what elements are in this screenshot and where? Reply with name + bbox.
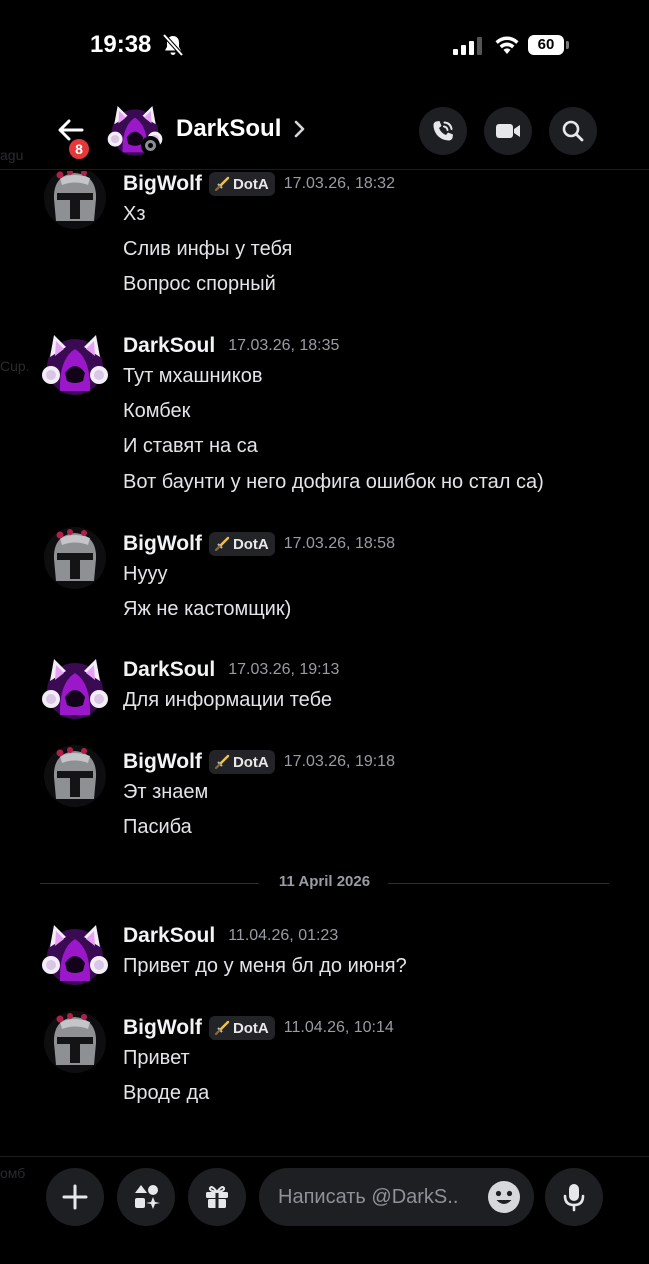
message-text: Привет: [123, 1047, 190, 1069]
message-text: Вот баунти у него дофига ошибок но стал …: [123, 471, 544, 493]
guild-tag[interactable]: DotA: [208, 172, 275, 196]
channel-name[interactable]: DarkSoul: [176, 115, 281, 143]
message-text: Пасиба: [123, 816, 192, 838]
battery-cap: [566, 41, 569, 49]
gift-icon: [206, 1186, 228, 1208]
emoji-icon[interactable]: [487, 1180, 521, 1214]
author-name[interactable]: BigWolf: [123, 172, 202, 196]
video-call-button[interactable]: [484, 107, 532, 155]
chat-header: 8 DarkSoul: [0, 95, 649, 170]
message-timestamp: 17.03.26, 18:32: [283, 175, 395, 192]
microphone-icon: [563, 1184, 585, 1212]
message-text: Слив инфы у тебя: [123, 238, 293, 260]
message-header: BigWolf DotA 11.04.26, 10:14: [123, 1015, 394, 1041]
message-timestamp: 11.04.26, 10:14: [283, 1019, 394, 1036]
message-header: BigWolf DotA 17.03.26, 18:32: [123, 171, 395, 197]
author-name[interactable]: BigWolf: [123, 750, 202, 774]
darksoul-avatar[interactable]: [40, 919, 110, 989]
add-attachment-button[interactable]: [46, 1168, 104, 1226]
search-icon: [562, 120, 584, 142]
chevron-right-icon[interactable]: [293, 120, 305, 138]
darksoul-avatar[interactable]: [40, 329, 110, 399]
battery-indicator: 60: [528, 35, 564, 55]
plus-icon: [62, 1184, 88, 1210]
guild-tag[interactable]: DotA: [208, 532, 275, 556]
guild-tag[interactable]: DotA: [208, 750, 275, 774]
search-button[interactable]: [549, 107, 597, 155]
sword-icon: [214, 1020, 230, 1036]
bigwolf-avatar[interactable]: [40, 1007, 110, 1077]
message-text: Эт знаем: [123, 781, 209, 803]
message-input-placeholder: Написать @DarkS..: [278, 1186, 459, 1208]
guild-tag-label: DotA: [232, 1019, 269, 1037]
author-name[interactable]: BigWolf: [123, 1016, 202, 1040]
message-header: DarkSoul 17.03.26, 19:13: [123, 657, 339, 683]
sword-icon: [214, 536, 230, 552]
darksoul-avatar[interactable]: [40, 653, 110, 723]
message-list[interactable]: BigWolf DotA 17.03.26, 18:32 Хз Слив инф…: [0, 171, 649, 1156]
author-name[interactable]: DarkSoul: [123, 924, 215, 948]
message-text: Яж не кастомщик): [123, 598, 292, 620]
gift-button[interactable]: [188, 1168, 246, 1226]
message-text: Комбек: [123, 400, 191, 422]
guild-tag[interactable]: DotA: [208, 1016, 275, 1040]
offline-status-icon: [141, 136, 160, 155]
message-timestamp: 17.03.26, 18:35: [228, 337, 340, 354]
message-timestamp: 17.03.26, 19:18: [283, 753, 395, 770]
unread-badge: 8: [67, 137, 91, 161]
message-text: Для информации тебе: [123, 689, 332, 711]
status-time: 19:38: [90, 31, 152, 58]
status-bar: 19:38 60: [0, 0, 649, 90]
author-name[interactable]: BigWolf: [123, 532, 202, 556]
sword-icon: [214, 176, 230, 192]
date-divider: 11 April 2026: [40, 871, 609, 895]
message-text: Вопрос спорный: [123, 273, 276, 295]
apps-button[interactable]: [117, 1168, 175, 1226]
message-header: BigWolf DotA 17.03.26, 18:58: [123, 531, 395, 557]
message-text: Хз: [123, 203, 146, 225]
apps-icon: [135, 1185, 160, 1209]
message-timestamp: 17.03.26, 19:13: [228, 661, 340, 678]
message-header: DarkSoul 17.03.26, 18:35: [123, 333, 339, 359]
message-header: DarkSoul 11.04.26, 01:23: [123, 923, 338, 949]
guild-tag-label: DotA: [232, 175, 269, 193]
bigwolf-avatar[interactable]: [40, 171, 110, 233]
sword-icon: [214, 754, 230, 770]
phone-icon: [433, 121, 453, 141]
message-text: Тут мхашников: [123, 365, 263, 387]
bigwolf-avatar[interactable]: [40, 741, 110, 811]
guild-tag-label: DotA: [232, 535, 269, 553]
composer-bar: Написать @DarkS..: [0, 1156, 649, 1264]
author-name[interactable]: DarkSoul: [123, 334, 215, 358]
guild-tag-label: DotA: [232, 753, 269, 771]
date-divider-label: 11 April 2026: [278, 873, 371, 890]
message-input[interactable]: Написать @DarkS..: [259, 1168, 534, 1226]
author-name[interactable]: DarkSoul: [123, 658, 215, 682]
message-text: Нууу: [123, 563, 168, 585]
message-text: И ставят на са: [123, 435, 258, 457]
message-header: BigWolf DotA 17.03.26, 19:18: [123, 749, 395, 775]
voice-message-button[interactable]: [545, 1168, 603, 1226]
message-text: Вроде да: [123, 1082, 210, 1104]
voice-call-button[interactable]: [419, 107, 467, 155]
video-camera-icon: [496, 124, 520, 138]
wifi-icon: [495, 36, 519, 54]
message-text: Привет до у меня бл до июня?: [123, 955, 407, 977]
bigwolf-avatar[interactable]: [40, 523, 110, 593]
bell-muted-icon: [162, 33, 184, 57]
cellular-signal-icon: [453, 37, 482, 55]
message-timestamp: 11.04.26, 01:23: [228, 927, 339, 944]
message-timestamp: 17.03.26, 18:58: [283, 535, 395, 552]
